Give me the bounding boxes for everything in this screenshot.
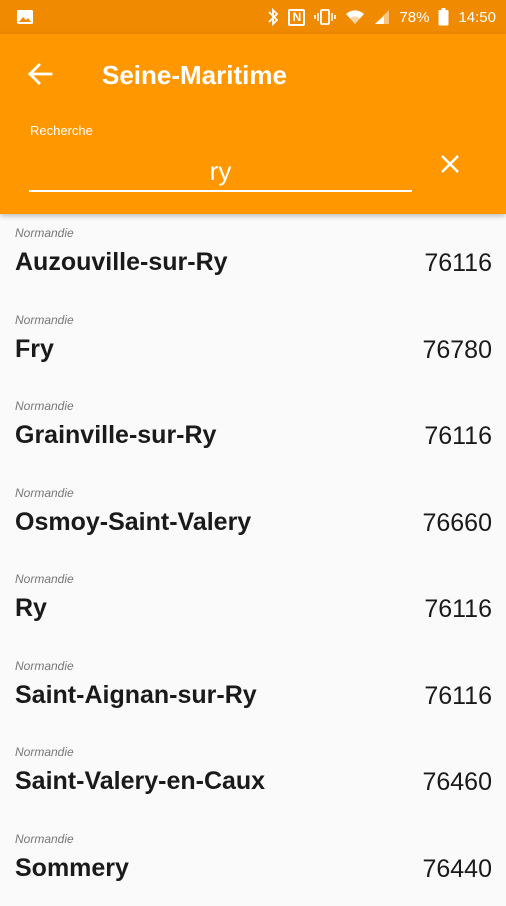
page-title: Seine-Maritime — [102, 60, 287, 91]
close-icon — [440, 154, 460, 174]
postal-code: 76116 — [424, 595, 492, 624]
list-item[interactable]: Normandie Saint-Aignan-sur-Ry 76116 — [0, 647, 506, 734]
region-label: Normandie — [15, 572, 74, 586]
search-label: Recherche — [30, 123, 93, 138]
city-name: Auzouville-sur-Ry — [15, 248, 228, 277]
back-button[interactable] — [20, 58, 60, 90]
postal-code: 76116 — [424, 249, 492, 278]
region-label: Normandie — [15, 832, 74, 846]
arrow-left-icon — [27, 63, 53, 85]
city-name: Sommery — [15, 854, 129, 883]
postal-code: 76116 — [424, 422, 492, 451]
postal-code: 76460 — [422, 768, 492, 797]
city-name: Ry — [15, 594, 47, 623]
vibrate-icon — [314, 7, 336, 27]
app-bar: Seine-Maritime Recherche — [0, 34, 506, 214]
city-name: Saint-Aignan-sur-Ry — [15, 681, 257, 710]
region-label: Normandie — [15, 226, 74, 240]
clock: 14:50 — [458, 9, 496, 26]
signal-icon — [374, 7, 390, 27]
clear-button[interactable] — [432, 146, 468, 182]
list-item[interactable]: Normandie Grainville-sur-Ry 76116 — [0, 387, 506, 474]
postal-code: 76440 — [422, 855, 492, 884]
region-label: Normandie — [15, 486, 74, 500]
status-bar: N 78% 14:50 — [0, 0, 506, 34]
nfc-label: N — [288, 9, 305, 26]
image-icon — [16, 7, 34, 27]
battery-percent: 78% — [399, 9, 429, 26]
region-label: Normandie — [15, 313, 74, 327]
postal-code: 76660 — [422, 509, 492, 538]
battery-icon — [438, 7, 449, 27]
city-name: Fry — [15, 335, 54, 364]
list-item[interactable]: Normandie Fry 76780 — [0, 301, 506, 388]
region-label: Normandie — [15, 399, 74, 413]
bluetooth-icon — [267, 7, 279, 27]
results-list: Normandie Auzouville-sur-Ry 76116 Norman… — [0, 214, 506, 906]
nfc-icon: N — [288, 7, 305, 27]
list-item[interactable]: Normandie Sommery 76440 — [0, 820, 506, 906]
list-item[interactable]: Normandie Osmoy-Saint-Valery 76660 — [0, 474, 506, 561]
region-label: Normandie — [15, 745, 74, 759]
postal-code: 76116 — [424, 682, 492, 711]
city-name: Osmoy-Saint-Valery — [15, 508, 251, 537]
search-input[interactable] — [29, 152, 412, 192]
wifi-icon — [345, 7, 365, 27]
region-label: Normandie — [15, 659, 74, 673]
list-item[interactable]: Normandie Auzouville-sur-Ry 76116 — [0, 214, 506, 301]
postal-code: 76780 — [422, 336, 492, 365]
list-item[interactable]: Normandie Ry 76116 — [0, 560, 506, 647]
city-name: Grainville-sur-Ry — [15, 421, 216, 450]
list-item[interactable]: Normandie Saint-Valery-en-Caux 76460 — [0, 733, 506, 820]
city-name: Saint-Valery-en-Caux — [15, 767, 265, 796]
